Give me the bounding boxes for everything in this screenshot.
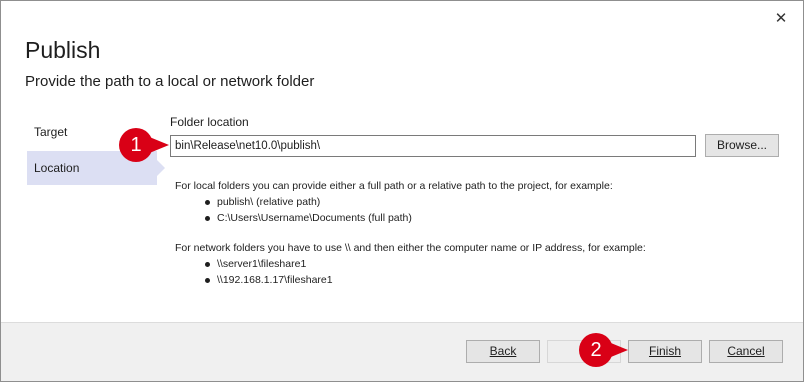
list-item: \\server1\fileshare1 xyxy=(205,256,646,272)
location-help-text: For local folders you can provide either… xyxy=(175,178,646,288)
list-item: publish\ (relative path) xyxy=(205,194,646,210)
local-folders-help: For local folders you can provide either… xyxy=(175,180,613,192)
list-item: \\192.168.1.17\fileshare1 xyxy=(205,272,646,288)
close-icon[interactable]: ✕ xyxy=(773,11,789,27)
browse-button[interactable]: Browse... xyxy=(705,134,779,157)
dialog-subtitle: Provide the path to a local or network f… xyxy=(25,73,315,90)
cancel-button[interactable]: Cancel xyxy=(709,340,783,363)
finish-button[interactable]: Finish xyxy=(628,340,702,363)
finish-button-label: Finish xyxy=(648,344,681,358)
callout-2: 2 xyxy=(579,333,613,367)
list-item: C:\Users\Username\Documents (full path) xyxy=(205,210,646,226)
publish-dialog: ✕ Publish Provide the path to a local or… xyxy=(0,0,804,382)
local-examples-list: publish\ (relative path) C:\Users\Userna… xyxy=(175,194,646,226)
dialog-title: Publish xyxy=(25,37,101,63)
callout-1: 1 xyxy=(119,128,153,162)
back-button-label: Back xyxy=(489,344,517,358)
folder-location-label: Folder location xyxy=(170,115,249,129)
network-examples-list: \\server1\fileshare1 \\192.168.1.17\file… xyxy=(175,256,646,288)
network-folders-help: For network folders you have to use \\ a… xyxy=(175,242,646,254)
cancel-button-label: Cancel xyxy=(727,344,765,358)
back-button[interactable]: Back xyxy=(466,340,540,363)
folder-location-input[interactable] xyxy=(170,135,696,157)
